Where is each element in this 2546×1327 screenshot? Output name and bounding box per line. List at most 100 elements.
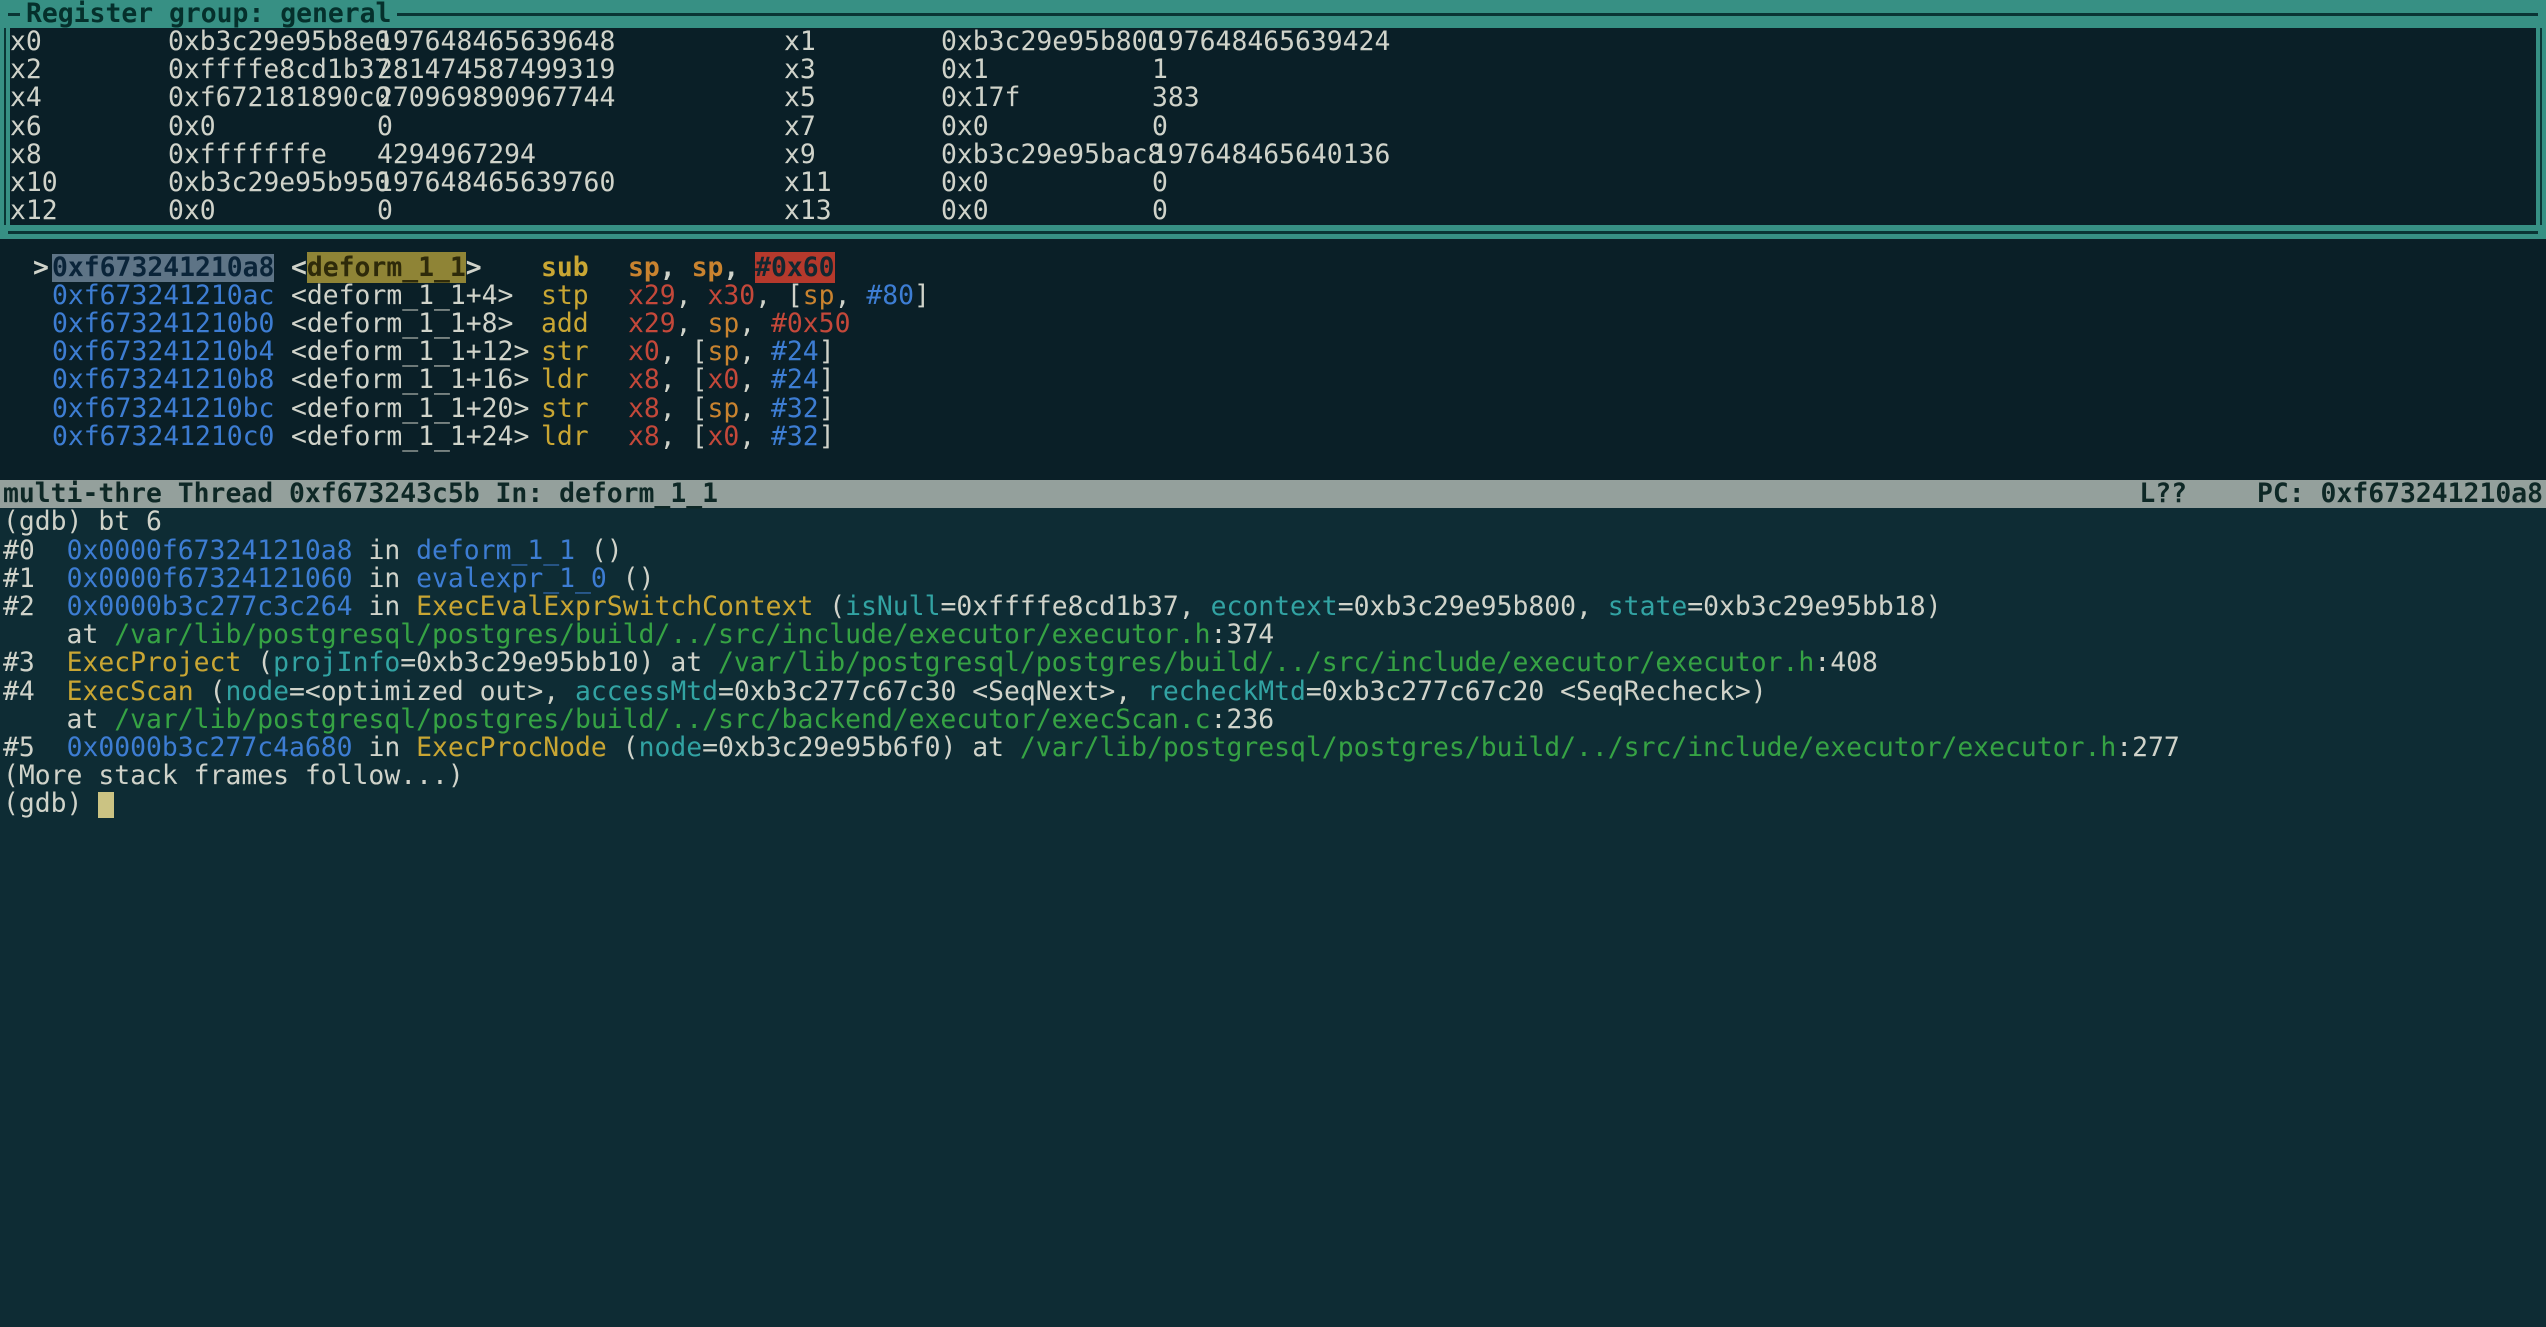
register-name: x13 [784,197,941,225]
current-instruction-marker: > [33,254,49,282]
register-name: x3 [784,56,941,84]
status-pc: PC: 0xf673241210a8 [2257,480,2543,508]
register-hex-value: 0x0 [168,113,377,141]
register-name: x8 [10,141,168,169]
register-name: x5 [784,84,941,112]
register-name: x7 [784,113,941,141]
register-row: x40xf672181890c0270969890967744x50x17f38… [10,84,2536,112]
tui-upper-region: Register group: general x00xb3c29e95b8e0… [0,0,2546,480]
register-window-bottom-border [0,225,2546,239]
asm-operands: x8, [x0, #32] [628,423,835,451]
asm-line: 0xf673241210ac <deform_1_1+4> stp x29, x30,… [0,282,2546,310]
register-name: x0 [10,28,168,56]
console-line: #0 0x0000f673241210a8 in deform_1_1 () [3,537,2546,565]
register-row: x00xb3c29e95b8e0197648465639648x10xb3c29… [10,28,2536,56]
status-line-number: L?? [2139,480,2187,508]
asm-function: <deform_1_1+8> [291,310,513,338]
asm-line: 0xf673241210b4<deform_1_1+12>strx0, [sp,… [0,338,2546,366]
register-row: x120x00x130x00 [10,197,2536,225]
register-dec-value: 383 [1152,84,2536,112]
asm-address: 0xf673241210b0 [52,310,274,338]
console-line: at /var/lib/postgresql/postgres/build/..… [3,706,2546,734]
asm-function: <deform_1_1+12> [291,338,529,366]
asm-function: <deform_1_1+24> [291,423,529,451]
gdb-console: (gdb) bt 6#0 0x0000f673241210a8 in defor… [0,508,2546,818]
register-hex-value: 0xb3c29e95b800 [941,28,1152,56]
register-dec-value: 197648465640136 [1152,141,2536,169]
asm-address: 0xf673241210ac [52,282,274,310]
console-line: at /var/lib/postgresql/postgres/build/..… [3,621,2546,649]
asm-mnemonic: ldr [541,423,589,451]
assembly-window: >0xf673241210a8 <deform_1_1> sub sp, sp, #0… [0,254,2546,451]
register-window-title: Register group: general [20,0,397,28]
register-table: x00xb3c29e95b8e0197648465639648x10xb3c29… [0,28,2546,225]
asm-operands: x8, [sp, #32] [628,395,835,423]
register-hex-value: 0xffffe8cd1b37 [168,56,377,84]
asm-function: <deform_1_1+4> [291,282,513,310]
asm-operands: x0, [sp, #24] [628,338,835,366]
register-hex-value: 0xfffffffe [168,141,377,169]
register-name: x6 [10,113,168,141]
asm-mnemonic: ldr [541,366,589,394]
asm-operands: x29, x30, [sp, #80] [628,282,930,310]
asm-line: 0xf673241210c0 <deform_1_1+24> ldr x8, [x0,… [0,423,2546,451]
register-dec-value: 0 [1152,113,2536,141]
console-line: #5 0x0000b3c277c4a680 in ExecProcNode (n… [3,734,2546,762]
asm-mnemonic: str [541,395,589,423]
assembly-lines: >0xf673241210a8 <deform_1_1> sub sp, sp, #0… [0,254,2546,451]
asm-operands: x29, sp, #0x50 [628,310,850,338]
asm-mnemonic: sub [541,254,589,282]
asm-line: 0xf673241210b0 <deform_1_1+8> add x29, sp, … [0,310,2546,338]
console-line: #3 ExecProject (projInfo=0xb3c29e95bb10)… [3,649,2546,677]
register-hex-value: 0x1 [941,56,1152,84]
register-dec-value: 0 [1152,197,2536,225]
register-hex-value: 0x0 [941,169,1152,197]
register-window: Register group: general x00xb3c29e95b8e0… [0,0,2546,239]
register-row: x80xfffffffe4294967294x90xb3c29e95bac819… [10,141,2536,169]
console-line: (More stack frames follow...) [3,762,2546,790]
register-name: x12 [10,197,168,225]
asm-mnemonic: add [541,310,589,338]
register-name: x2 [10,56,168,84]
terminal-cursor [98,792,114,818]
register-hex-value: 0x17f [941,84,1152,112]
status-thread-info: multi-thre Thread 0xf673243c5b In: defor… [3,480,718,508]
asm-line-current: >0xf673241210a8 <deform_1_1> sub sp, sp, #0… [0,254,2546,282]
console-line: (gdb) bt 6 [3,508,2546,536]
asm-function: <deform_1_1+16> [291,366,529,394]
register-dec-value: 197648465639424 [1152,28,2536,56]
register-dec-value: 4294967294 [377,141,784,169]
gdb-prompt-line[interactable]: (gdb) [3,790,2546,818]
register-hex-value: 0xb3c29e95b8e0 [168,28,377,56]
register-dec-value: 197648465639648 [377,28,784,56]
asm-function: <deform_1_1> [291,254,482,282]
register-dec-value: 0 [377,113,784,141]
console-lines: (gdb) bt 6#0 0x0000f673241210a8 in defor… [3,508,2546,818]
asm-address: 0xf673241210c0 [52,423,274,451]
asm-operands: x8, [x0, #24] [628,366,835,394]
status-bar: multi-thre Thread 0xf673243c5b In: defor… [0,480,2546,508]
register-hex-value: 0x0 [168,197,377,225]
asm-address: 0xf673241210a8 [52,254,274,282]
register-name: x4 [10,84,168,112]
border-line [8,231,2538,234]
register-row: x60x00x70x00 [10,113,2536,141]
register-dec-value: 0 [377,197,784,225]
register-name: x9 [784,141,941,169]
register-name: x10 [10,169,168,197]
gdb-tui-terminal[interactable]: Register group: general x00xb3c29e95b8e0… [0,0,2546,1327]
register-dec-value: 270969890967744 [377,84,784,112]
register-dec-value: 1 [1152,56,2536,84]
register-hex-value: 0xf672181890c0 [168,84,377,112]
console-line: #1 0x0000f67324121060 in evalexpr_1_0 () [3,565,2546,593]
register-name: x1 [784,28,941,56]
asm-line: 0xf673241210b8<deform_1_1+16>ldrx8, [x0,… [0,366,2546,394]
register-dec-value: 197648465639760 [377,169,784,197]
asm-mnemonic: stp [541,282,589,310]
asm-operands: sp, sp, #0x60 [628,254,835,282]
console-line: #2 0x0000b3c277c3c264 in ExecEvalExprSwi… [3,593,2546,621]
asm-function: <deform_1_1+20> [291,395,529,423]
asm-address: 0xf673241210b4 [52,338,274,366]
register-dec-value: 281474587499319 [377,56,784,84]
register-hex-value: 0x0 [941,197,1152,225]
